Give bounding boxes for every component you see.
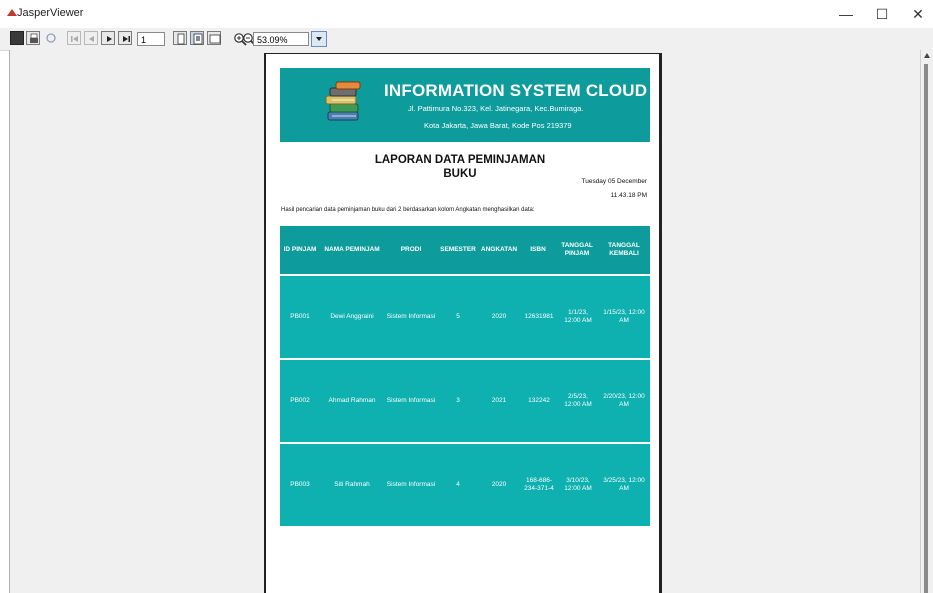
previous-page-icon[interactable]	[84, 31, 98, 45]
cell-prodi: Sistem Informasi	[386, 313, 436, 320]
header-angkatan: ANGKATAN	[480, 246, 518, 253]
close-button[interactable]: ✕	[900, 4, 933, 24]
books-logo-icon	[325, 81, 361, 121]
title-bar: JasperViewer — ☐ ✕	[0, 0, 933, 28]
report-date: Tuesday 05 December	[581, 178, 647, 185]
first-page-icon[interactable]	[67, 31, 81, 45]
report-header: INFORMATION SYSTEM CLOUD Jl. Pattimura N…	[280, 68, 650, 142]
report-description: Hasil pencarian data peminjaman buku dar…	[281, 207, 535, 213]
report-title-line-2: BUKU	[443, 168, 477, 180]
address-line-1: Jl. Pattimura No.323, Kel. Jatinegara, K…	[408, 104, 584, 113]
cell-isbn: 168-686-234-371-4	[524, 477, 554, 492]
header-id-pinjam: ID PINJAM	[283, 246, 317, 253]
last-page-icon[interactable]	[118, 31, 132, 45]
cell-nama: Siti Rahmah	[334, 481, 370, 488]
app-icon	[7, 9, 17, 16]
cell-tanggal-kembali: 3/25/23, 12:00 AM	[603, 477, 645, 492]
table-row: PB002 Ahmad Rahman Sistem Informasi 3 20…	[280, 360, 650, 442]
cell-tanggal-pinjam: 3/10/23, 12:00 AM	[564, 477, 592, 492]
cell-isbn: 12631981	[524, 313, 554, 320]
header-tanggal-kembali: TANGGAL KEMBALI	[608, 242, 640, 257]
cell-angkatan: 2021	[491, 397, 507, 404]
cell-tanggal-kembali: 2/20/23, 12:00 AM	[603, 393, 645, 408]
report-time: 11.43.18 PM	[610, 192, 647, 199]
minimize-button[interactable]: —	[828, 4, 864, 24]
cell-isbn: 132242	[528, 397, 550, 404]
cell-id: PB002	[290, 397, 310, 404]
header-nama-peminjam: NAMA PEMINJAM	[324, 246, 380, 253]
header-tanggal-pinjam: TANGGAL PINJAM	[561, 242, 593, 257]
zoom-input[interactable]: 53.09%	[253, 32, 309, 46]
next-page-icon[interactable]	[101, 31, 115, 45]
print-icon[interactable]	[26, 31, 40, 45]
header-isbn: ISBN	[530, 246, 546, 253]
cell-nama: Dewi Anggraini	[330, 313, 374, 320]
cell-semester: 5	[456, 313, 460, 320]
cell-nama: Ahmad Rahman	[328, 397, 376, 404]
header-prodi: PRODI	[400, 246, 422, 253]
maximize-button[interactable]: ☐	[864, 4, 900, 24]
page-number-input[interactable]: 1	[137, 32, 165, 46]
table-row: PB001 Dewi Anggraini Sistem Informasi 5 …	[280, 276, 650, 358]
cell-prodi: Sistem Informasi	[386, 397, 436, 404]
header-semester: SEMESTER	[440, 246, 476, 253]
report-title: LAPORAN DATA PEMINJAMAN BUKU	[370, 153, 550, 181]
vertical-scrollbar[interactable]	[920, 50, 933, 593]
save-icon[interactable]	[10, 31, 24, 45]
cell-tanggal-kembali: 1/15/23, 12:00 AM	[603, 309, 645, 324]
report-title-line-1: LAPORAN DATA PEMINJAMAN	[374, 154, 546, 166]
cell-id: PB001	[290, 313, 310, 320]
toolbar: 1 53.09%	[0, 28, 933, 51]
cell-semester: 4	[456, 481, 460, 488]
scrollbar-thumb[interactable]	[924, 64, 928, 593]
cell-semester: 3	[456, 397, 460, 404]
table-row: PB003 Siti Rahmah Sistem Informasi 4 202…	[280, 444, 650, 526]
fit-width-icon[interactable]	[207, 31, 221, 45]
table-header: ID PINJAM NAMA PEMINJAM PRODI SEMESTER A…	[280, 226, 650, 274]
window-title: JasperViewer	[17, 7, 84, 19]
cell-angkatan: 2020	[491, 481, 507, 488]
reload-icon[interactable]	[44, 31, 58, 45]
zoom-dropdown-icon[interactable]	[311, 31, 327, 47]
cell-angkatan: 2020	[491, 313, 507, 320]
scroll-up-arrow-icon[interactable]	[924, 53, 930, 58]
actual-size-icon[interactable]	[173, 31, 187, 45]
cell-prodi: Sistem Informasi	[386, 481, 436, 488]
cell-tanggal-pinjam: 2/5/23, 12:00 AM	[564, 393, 592, 408]
cell-tanggal-pinjam: 1/1/23, 12:00 AM	[564, 309, 592, 324]
fit-page-icon[interactable]	[190, 31, 204, 45]
cell-id: PB003	[290, 481, 310, 488]
report-page: INFORMATION SYSTEM CLOUD Jl. Pattimura N…	[264, 53, 662, 593]
company-name: INFORMATION SYSTEM CLOUD	[384, 81, 648, 100]
address-line-2: Kota Jakarta, Jawa Barat, Kode Pos 21937…	[424, 121, 572, 130]
